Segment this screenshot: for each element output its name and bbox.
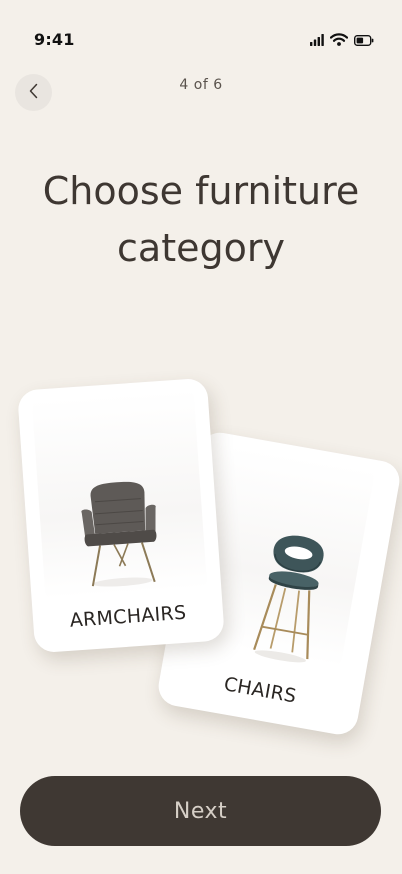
- status-time: 9:41: [34, 30, 75, 49]
- next-button[interactable]: Next: [20, 776, 381, 846]
- wifi-icon: [329, 31, 349, 50]
- category-card-armchairs[interactable]: ARMCHAIRS: [17, 377, 225, 654]
- step-indicator: 4 of 6: [179, 77, 223, 93]
- page-title-line-2: category: [117, 226, 285, 270]
- status-icons: [310, 31, 374, 50]
- armchair-image: [81, 481, 157, 587]
- category-label-chairs: CHAIRS: [222, 673, 299, 708]
- category-label-armchairs: ARMCHAIRS: [69, 601, 188, 632]
- page-title: Choose furniture category: [20, 163, 382, 277]
- page-title-line-1: Choose furniture: [42, 169, 360, 213]
- battery-icon: [353, 31, 374, 50]
- cellular-signal-icon: [310, 31, 324, 50]
- status-bar: 9:41: [0, 0, 402, 60]
